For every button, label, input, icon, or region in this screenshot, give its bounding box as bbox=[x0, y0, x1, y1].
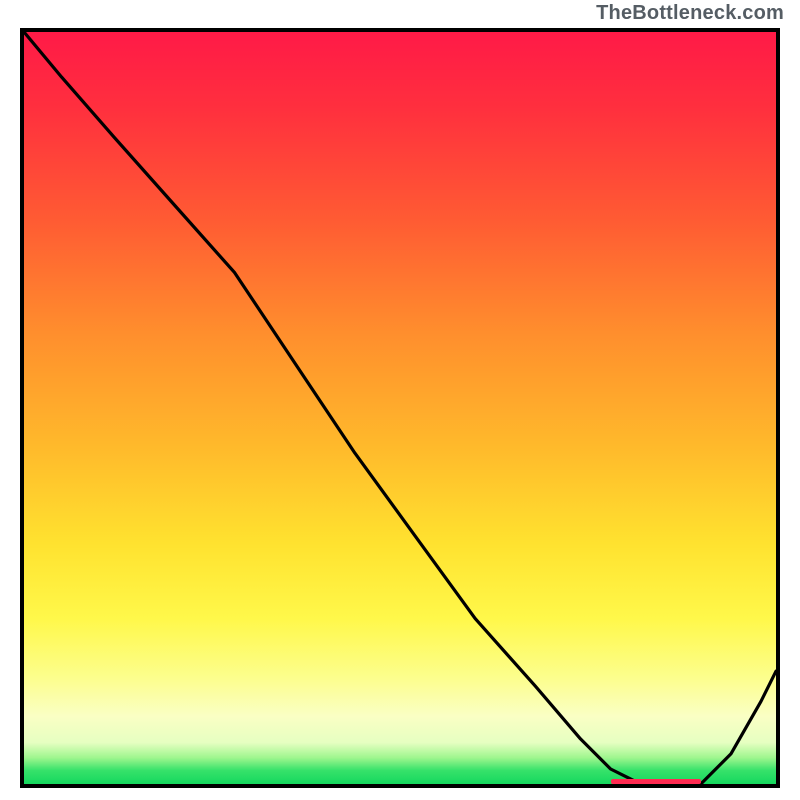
chart-frame bbox=[20, 28, 780, 788]
optimum-marker bbox=[611, 779, 701, 784]
bottleneck-curve bbox=[24, 32, 776, 784]
attribution-text: TheBottleneck.com bbox=[596, 2, 784, 25]
